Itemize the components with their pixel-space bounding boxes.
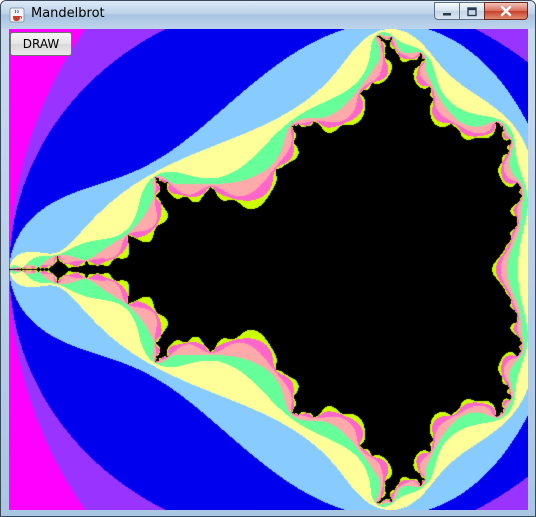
minimize-icon <box>442 2 452 21</box>
title-bar[interactable]: Mandelbrot <box>1 1 535 29</box>
java-coffee-cup-icon[interactable] <box>9 7 25 23</box>
close-icon <box>500 2 512 21</box>
draw-button[interactable]: DRAW <box>10 32 72 56</box>
close-button[interactable] <box>484 2 528 20</box>
maximize-icon <box>467 2 477 21</box>
window-title: Mandelbrot <box>31 6 105 21</box>
minimize-button[interactable] <box>434 2 460 20</box>
maximize-button[interactable] <box>459 2 485 20</box>
window-bottom-border <box>1 508 535 516</box>
app-window: Mandelbrot DRAW <box>0 0 536 517</box>
mandelbrot-panel[interactable] <box>9 29 528 510</box>
mandelbrot-canvas[interactable] <box>9 29 528 510</box>
